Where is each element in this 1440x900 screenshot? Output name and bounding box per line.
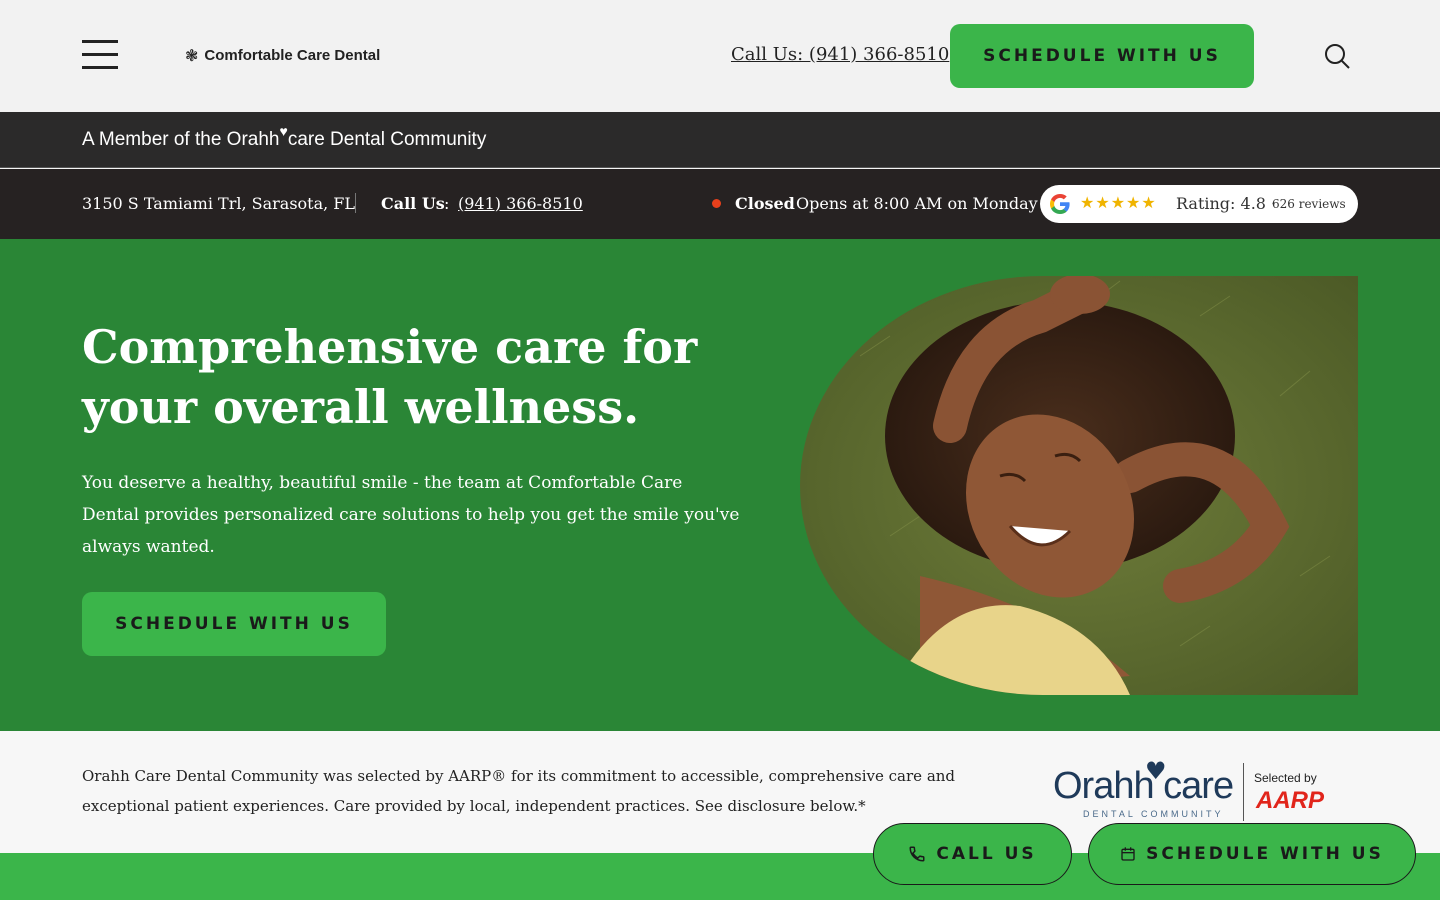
hero-image: [800, 276, 1358, 695]
orahh-care-logo: Orahh care ♥ DENTAL COMMUNITY: [1053, 757, 1234, 819]
floating-call-button[interactable]: CALL US: [873, 823, 1072, 885]
member-prefix: A Member of the Orahh: [82, 129, 280, 150]
address[interactable]: 3150 S Tamiami Trl, Sarasota, FL: [82, 194, 355, 213]
floating-schedule-label: SCHEDULE WITH US: [1146, 844, 1384, 864]
orahh-heart-icon: ♥: [1145, 757, 1167, 785]
floating-schedule-button[interactable]: SCHEDULE WITH US: [1088, 823, 1416, 885]
call-us-label: Call Us: [381, 194, 445, 213]
floating-call-label: CALL US: [936, 844, 1037, 864]
logo-divider: [1243, 763, 1244, 821]
member-suffix: care Dental Community: [287, 129, 487, 150]
aarp-disclosure-text: Orahh Care Dental Community was selected…: [82, 767, 956, 815]
hero-body: You deserve a healthy, beautiful smile -…: [82, 473, 740, 557]
header-call-link[interactable]: Call Us: (941) 366-8510: [731, 44, 949, 65]
logo-text: Comfortable Care Dental: [204, 47, 381, 64]
review-count: 626 reviews: [1272, 197, 1346, 211]
site-logo[interactable]: ❃ Comfortable Care Dental: [185, 46, 380, 65]
status-hours: Opens at 8:00 AM on Monday: [796, 194, 1038, 213]
hero-title: Comprehensive care for your overall well…: [82, 320, 698, 434]
smiling-woman-image: [800, 276, 1358, 695]
info-divider: [355, 193, 356, 213]
call-us-number-link[interactable]: (941) 366-8510: [458, 194, 583, 213]
logo-mark-icon: ❃: [185, 46, 199, 65]
phone-icon: [909, 846, 925, 862]
rating-stars: ★★★★★: [1080, 193, 1157, 212]
aarp-logo: AARP: [1256, 787, 1325, 814]
site-header: ❃ Comfortable Care Dental Call Us: (941)…: [0, 0, 1440, 112]
heart-icon: ♥: [279, 123, 288, 139]
calendar-icon: [1121, 847, 1135, 861]
member-text: A Member of the Orahh♥care Dental Commun…: [82, 123, 487, 151]
status-dot-icon: [712, 199, 721, 208]
rating-value: Rating: 4.8 ·: [1176, 194, 1277, 213]
hero-section: Comprehensive care for your overall well…: [0, 239, 1440, 731]
google-icon: [1050, 194, 1070, 214]
google-rating-badge[interactable]: ★★★★★ Rating: 4.8 · 626 reviews: [1040, 185, 1358, 223]
call-us-colon: :: [444, 194, 450, 213]
header-schedule-button[interactable]: SCHEDULE WITH US: [950, 24, 1254, 88]
hero-schedule-button[interactable]: SCHEDULE WITH US: [82, 592, 386, 656]
search-icon[interactable]: [1323, 42, 1351, 70]
status-closed: Closed: [735, 194, 795, 213]
member-bar: A Member of the Orahh♥care Dental Commun…: [0, 112, 1440, 168]
selected-by-label: Selected by: [1254, 771, 1317, 785]
menu-icon[interactable]: [82, 40, 118, 72]
